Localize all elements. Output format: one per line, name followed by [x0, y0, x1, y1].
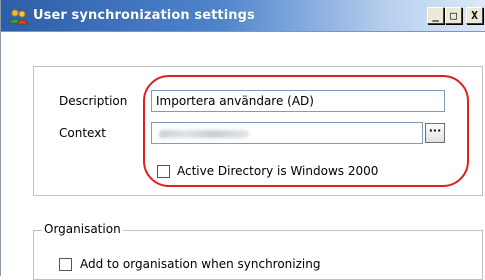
- description-label: Description: [59, 94, 128, 108]
- ad-windows2000-label[interactable]: Active Directory is Windows 2000: [177, 164, 378, 178]
- close-button[interactable]: X: [466, 7, 483, 24]
- window-title: User synchronization settings: [33, 8, 255, 23]
- ad-windows2000-checkbox[interactable]: [157, 165, 170, 178]
- add-to-organisation-checkbox[interactable]: [59, 258, 72, 271]
- maximize-button[interactable]: □: [445, 7, 462, 24]
- organisation-group: Organisation: [33, 222, 483, 280]
- add-to-organisation-label[interactable]: Add to organisation when synchronizing: [80, 257, 320, 271]
- redacted-context-value: [159, 130, 249, 138]
- browse-context-button[interactable]: ···: [425, 123, 445, 143]
- minimize-button[interactable]: _: [427, 7, 444, 24]
- context-field[interactable]: [151, 122, 423, 144]
- title-bar[interactable]: User synchronization settings _ □ X: [1, 0, 485, 32]
- settings-window: User synchronization settings _ □ X Desc…: [0, 0, 485, 280]
- context-label: Context: [59, 126, 107, 140]
- users-sync-icon: [9, 9, 28, 25]
- organisation-group-title: Organisation: [42, 222, 123, 236]
- description-field[interactable]: [151, 90, 445, 112]
